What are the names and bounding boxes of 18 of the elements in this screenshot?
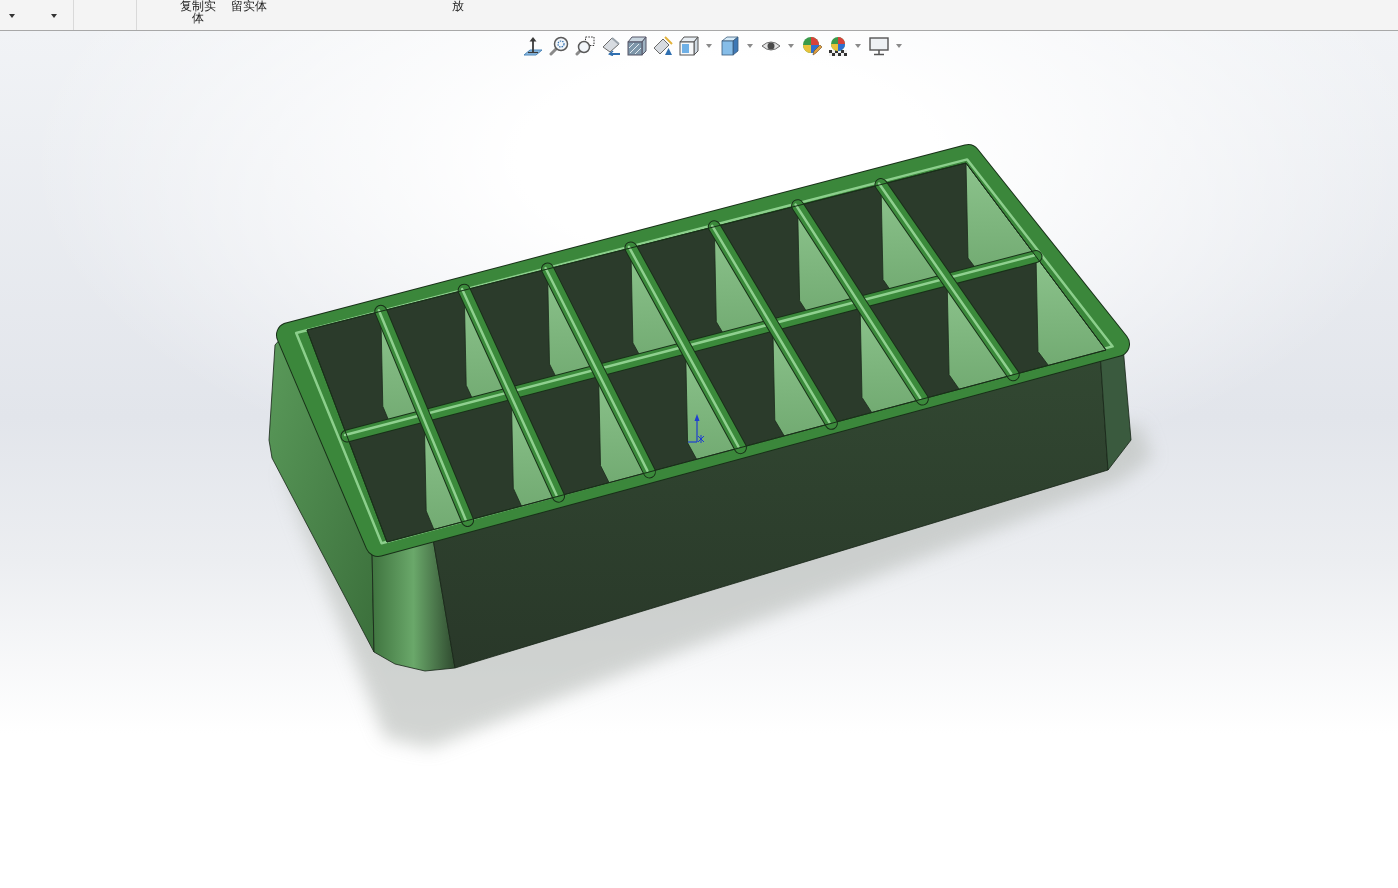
tilted-tube-triangle-icon[interactable] bbox=[653, 35, 673, 56]
origin-triad-icon bbox=[687, 414, 705, 444]
dropdown-caret-icon[interactable] bbox=[51, 14, 57, 18]
shaded-cube-icon[interactable] bbox=[720, 35, 740, 56]
color-ball-checker-icon[interactable] bbox=[828, 35, 848, 56]
ribbon-label[interactable]: 复制实 体 bbox=[180, 0, 216, 24]
eye-icon[interactable] bbox=[761, 38, 781, 53]
monitor-icon[interactable] bbox=[869, 35, 889, 56]
section-cube-icon[interactable] bbox=[627, 35, 647, 56]
zoom-area-icon[interactable] bbox=[575, 35, 595, 56]
view-cube-icon[interactable] bbox=[679, 35, 699, 56]
color-ball-pencil-icon[interactable] bbox=[802, 35, 822, 56]
zoom-fit-icon[interactable] bbox=[549, 35, 569, 56]
ribbon-label[interactable]: 放 bbox=[452, 0, 464, 12]
ribbon-label[interactable]: 留实体 bbox=[231, 0, 267, 12]
tilted-tube-arrow-icon[interactable] bbox=[601, 35, 621, 56]
dropdown-caret-icon[interactable] bbox=[9, 14, 15, 18]
arrow-on-plane-icon[interactable] bbox=[523, 35, 543, 56]
